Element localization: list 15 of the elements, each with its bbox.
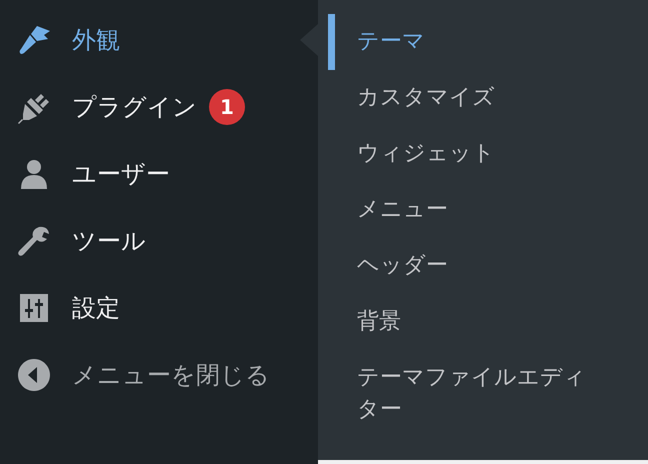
submenu-item[interactable]: テーマ <box>328 14 648 70</box>
submenu-item[interactable]: メニュー <box>328 182 648 238</box>
menu-item[interactable]: ユーザー <box>72 156 170 192</box>
update-count: 1 <box>209 88 245 124</box>
collapse-icon <box>17 358 51 392</box>
submenu-item[interactable]: ヘッダー <box>328 238 648 294</box>
menu-item[interactable]: 設定 <box>72 290 120 326</box>
menu-item[interactable]: ツール <box>72 222 146 258</box>
collapse-menu-link[interactable]: メニューを閉じる <box>72 356 270 392</box>
menu-item[interactable]: プラグイン <box>72 88 197 124</box>
submenu-item[interactable]: テーマファイルエディター <box>328 350 648 438</box>
menu-item[interactable]: 外観 <box>72 22 120 58</box>
submenu-item[interactable]: 背景 <box>328 294 648 350</box>
submenu-item[interactable]: ウィジェット <box>328 126 648 182</box>
submenu-item[interactable]: カスタマイズ <box>328 70 648 126</box>
